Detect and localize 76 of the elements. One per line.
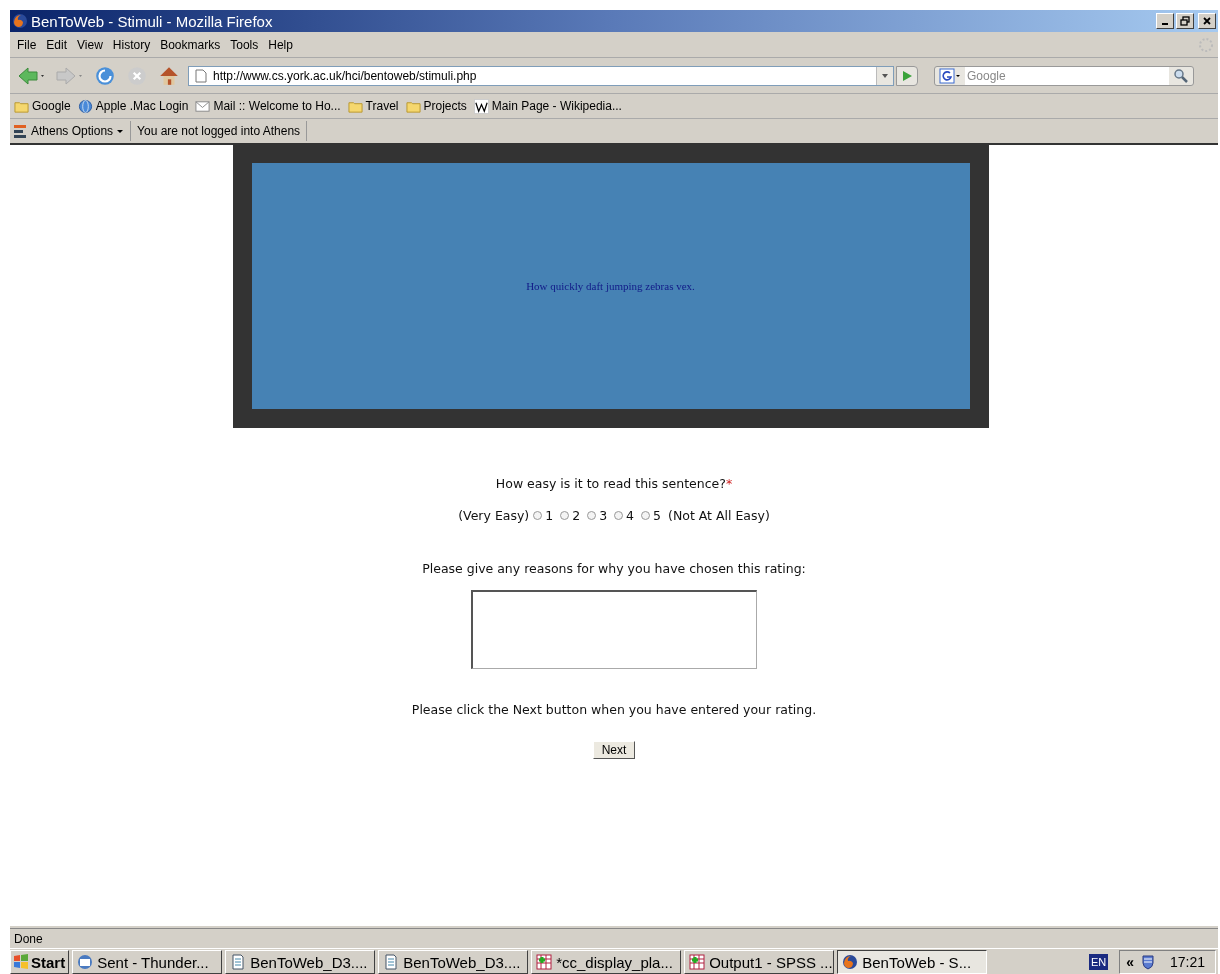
reasons-field[interactable] — [471, 590, 757, 669]
document-icon — [383, 954, 400, 970]
menu-item[interactable]: Edit — [42, 37, 74, 52]
stimulus-sentence: How quickly daft jumping zebras vex. — [526, 280, 695, 292]
radio-button[interactable] — [641, 511, 651, 520]
spreadsheet-icon — [689, 954, 706, 970]
menu-item[interactable]: Help — [264, 37, 299, 52]
taskbar-button[interactable]: *cc_display_pla... — [531, 950, 682, 974]
menu-item[interactable]: Tools — [226, 37, 265, 52]
windows-logo-icon — [13, 954, 29, 970]
menu-item[interactable]: View — [73, 37, 109, 52]
option-label: 1 — [545, 508, 554, 523]
radio-button[interactable] — [587, 511, 597, 520]
spreadsheet-icon — [536, 954, 553, 970]
left-arrow-icon — [17, 65, 47, 86]
taskbar-button[interactable]: BenToWeb - S... — [837, 950, 988, 974]
radio-button[interactable] — [614, 511, 624, 520]
shield-icon[interactable] — [1139, 954, 1156, 970]
athens-status: You are not logged into Athens — [131, 121, 308, 141]
option-label: 2 — [572, 508, 581, 523]
language-indicator[interactable]: EN — [1088, 954, 1109, 970]
required-mark: * — [725, 476, 733, 491]
status-text: Done — [14, 931, 43, 946]
option-label: 5 — [653, 508, 661, 523]
taskbar-button[interactable]: BenToWeb_D3.... — [378, 950, 529, 974]
w-letter-icon — [473, 98, 489, 114]
right-arrow-icon — [55, 65, 85, 86]
menu-item[interactable]: File — [13, 37, 43, 52]
bookmark-item[interactable]: Projects — [405, 98, 467, 114]
option-label: 4 — [626, 508, 635, 523]
window-title: BenToWeb - Stimuli - Mozilla Firefox — [31, 12, 274, 30]
go-button[interactable] — [896, 65, 918, 86]
reasons-prompt: Please give any reasons for why you have chosen this rating: — [422, 561, 806, 576]
envelope-icon — [195, 98, 211, 114]
close-button[interactable] — [1198, 13, 1216, 29]
dropdown-icon[interactable] — [876, 66, 893, 85]
athens-logo-icon — [14, 124, 26, 138]
search-field[interactable]: Google — [934, 65, 1194, 86]
document-icon — [230, 954, 247, 970]
taskbar-button[interactable]: BenToWeb_D3.... — [225, 950, 376, 974]
minimize-icon — [1162, 23, 1168, 25]
restore-button[interactable] — [1176, 13, 1194, 29]
throbber-icon — [1198, 36, 1214, 53]
globe-icon — [77, 98, 93, 114]
menu-item[interactable]: Bookmarks — [156, 37, 227, 52]
bookmark-item[interactable]: Travel — [347, 98, 399, 114]
page-icon — [195, 68, 207, 83]
scale-high-label: (Not At All Easy) — [668, 508, 770, 523]
next-button[interactable]: Next — [592, 741, 636, 759]
radio-button[interactable] — [533, 511, 543, 520]
menu-item[interactable]: History — [108, 37, 157, 52]
bookmark-item[interactable]: Google — [14, 98, 71, 114]
address-field[interactable]: http://www.cs.york.ac.uk/hci/bentoweb/stimuli.php — [188, 65, 894, 86]
option-label: 3 — [599, 508, 608, 523]
instruction-text: Please click the Next button when you have entered your rating. — [411, 702, 817, 717]
question-text: How easy is it to read this sentence? — [495, 476, 726, 491]
close-icon — [1202, 16, 1212, 26]
bookmark-item[interactable]: Mail :: Welcome to Ho... — [195, 98, 341, 114]
clock: 17:21 — [1169, 954, 1205, 970]
firefox-icon — [842, 954, 859, 970]
bookmark-item[interactable]: Apple .Mac Login — [77, 98, 189, 114]
caret-icon — [116, 127, 125, 135]
taskbar-button[interactable]: Output1 - SPSS ... — [684, 950, 835, 974]
start-button[interactable]: Start — [10, 950, 70, 974]
envelope-globe-icon — [77, 954, 94, 970]
athens-options-menu[interactable]: Athens Options — [10, 121, 132, 141]
minimize-button[interactable] — [1156, 13, 1174, 29]
firefox-icon — [12, 13, 28, 29]
reload-icon — [94, 64, 116, 87]
taskbar-button[interactable]: Sent - Thunder... — [72, 950, 223, 974]
play-icon — [901, 69, 913, 82]
bookmark-item[interactable]: Main Page - Wikipedia... — [473, 98, 622, 114]
tray-expand-button[interactable]: « — [1126, 954, 1134, 970]
scale-low-label: (Very Easy) — [458, 508, 530, 523]
radio-button[interactable] — [560, 511, 570, 520]
restore-icon — [1180, 16, 1190, 26]
